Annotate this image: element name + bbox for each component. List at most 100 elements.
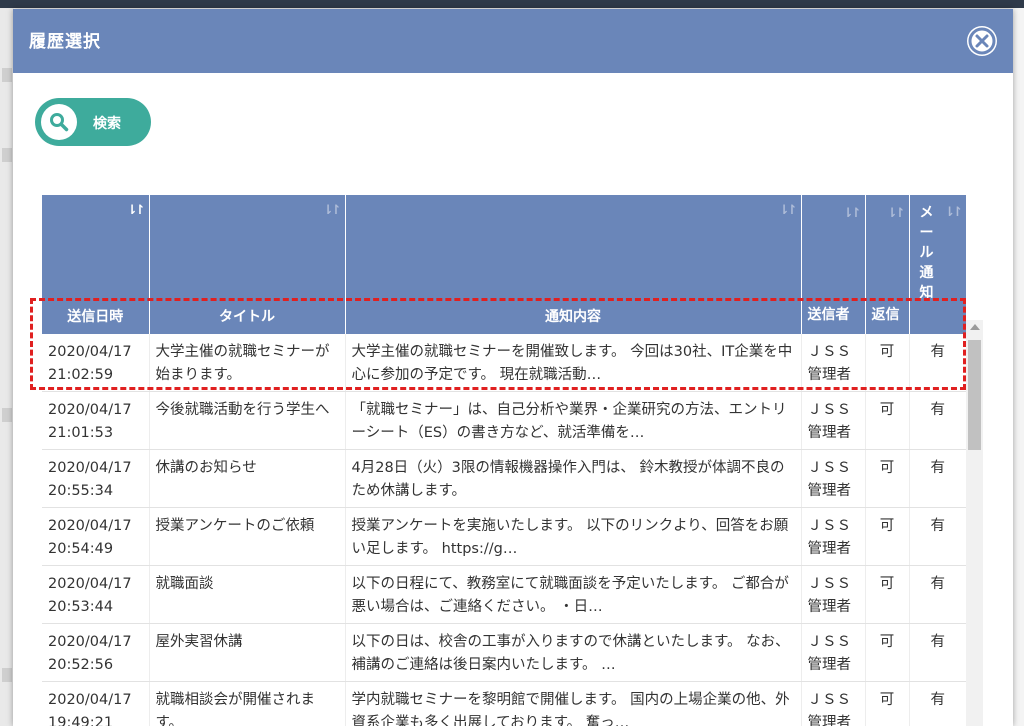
column-header-sender[interactable]: ⇂↾ 送信者 [801,195,866,334]
table-row[interactable]: 2020/04/17 20:52:56 屋外実習休講 以下の日は、校舎の工事が入ります… [42,623,966,682]
column-header-label: 送信者 [807,307,850,323]
close-button[interactable] [967,26,997,56]
cell-sender[interactable]: ＪＳＳ 管理者 [801,507,866,566]
row-content: 学内就職セミナーを黎明館で開催します。 国内の上場企業の他、外資系企業も多く出展… [351,692,790,726]
cell-reply[interactable]: 可 [865,681,910,726]
table-row[interactable]: 2020/04/17 20:53:44 就職面談 以下の日程にて、教務室にて就職面談を… [42,565,966,624]
cell-mail[interactable]: 有 [909,565,966,624]
cell-title[interactable]: 就職面談 [149,565,346,624]
cell-mail[interactable]: 有 [909,507,966,566]
column-header-label: 返信 [871,307,900,323]
cell-reply[interactable]: 可 [865,565,910,624]
column-header-title[interactable]: ⇂↾ タイトル [149,195,346,334]
mail-flag: 有 [930,634,946,650]
mail-flag: 有 [930,460,946,476]
background-fragment [2,408,12,422]
cell-content[interactable]: 以下の日程にて、教務室にて就職面談を予定いたします。 ご都合が悪い場合は、ご連絡… [345,565,802,624]
scrollbar-thumb[interactable] [968,340,981,450]
background-fragment [2,668,12,682]
row-title: 就職相談会が開催されます。 [155,692,316,726]
cell-reply[interactable]: 可 [865,449,910,508]
cell-reply[interactable]: 可 [865,507,910,566]
sender-org: ＪＳＳ [807,634,852,650]
cell-sender[interactable]: ＪＳＳ 管理者 [801,391,866,450]
modal-title: 履歴選択 [29,32,101,52]
sort-arrows-icon: ⇂↾ [778,203,798,218]
cell-sent-at[interactable]: 2020/04/17 20:54:49 [42,507,150,566]
cell-mail[interactable]: 有 [909,449,966,508]
cell-sent-at[interactable]: 2020/04/17 20:53:44 [42,565,150,624]
reply-flag: 可 [879,692,895,708]
table-scrollbar[interactable] [966,320,983,726]
cell-title[interactable]: 授業アンケートのご依頼 [149,507,346,566]
table-row[interactable]: 2020/04/17 19:49:21 就職相談会が開催されます。 学内就職セミナーを… [42,681,966,726]
cell-sent-at[interactable]: 2020/04/17 21:01:53 [42,391,150,450]
cell-mail[interactable]: 有 [909,391,966,450]
cell-reply[interactable]: 可 [865,391,910,450]
cell-title[interactable]: 今後就職活動を行う学生へ [149,391,346,450]
search-button[interactable]: 検索 [35,98,151,146]
column-header-label: タイトル [219,309,275,325]
sent-date: 2020/04/17 [48,460,132,476]
row-title: 屋外実習休講 [155,634,243,650]
background-page [0,8,14,726]
cell-mail[interactable]: 有 [909,334,966,392]
sent-time: 19:49:21 [48,715,114,726]
column-header-sent-at[interactable]: ⇂↾ 送信日時 [42,195,150,334]
cell-content[interactable]: 授業アンケートを実施いたします。 以下のリンクより、回答をお願い足します。 ht… [345,507,802,566]
cell-content[interactable]: 「就職セミナー」は、自己分析や業界・企業研究の方法、エントリーシート（ES）の書… [345,391,802,450]
reply-flag: 可 [879,460,895,476]
sent-date: 2020/04/17 [48,518,132,534]
table-row[interactable]: 2020/04/17 21:02:59 大学主催の就職セミナーが始まります。 大学主催… [42,334,966,392]
cell-content[interactable]: 学内就職セミナーを黎明館で開催します。 国内の上場企業の他、外資系企業も多く出展… [345,681,802,726]
cell-sent-at[interactable]: 2020/04/17 19:49:21 [42,681,150,726]
sent-time: 20:52:56 [48,657,114,673]
cell-title[interactable]: 屋外実習休講 [149,623,346,682]
cell-content[interactable]: 4月28日（火）3限の情報機器操作入門は、 鈴木教授が体調不良のため休講します。 [345,449,802,508]
sender-role: 管理者 [807,657,852,673]
cell-sender[interactable]: ＪＳＳ 管理者 [801,623,866,682]
mail-flag: 有 [930,518,946,534]
sent-date: 2020/04/17 [48,692,132,708]
cell-title[interactable]: 休講のお知らせ [149,449,346,508]
cell-content[interactable]: 大学主催の就職セミナーを開催致します。 今回は30社、IT企業を中心に参加の予定… [345,334,802,392]
row-content: 大学主催の就職セミナーを開催致します。 今回は30社、IT企業を中心に参加の予定… [351,344,793,383]
search-button-label: 検索 [93,116,121,132]
cell-reply[interactable]: 可 [865,334,910,392]
sender-role: 管理者 [807,599,852,615]
column-header-mail[interactable]: ⇂↾ メール通知 [909,195,966,334]
sent-time: 21:01:53 [48,425,114,441]
table-row[interactable]: 2020/04/17 21:01:53 今後就職活動を行う学生へ 「就職セミナー」は、… [42,391,966,450]
cell-reply[interactable]: 可 [865,623,910,682]
cell-sender[interactable]: ＪＳＳ 管理者 [801,681,866,726]
cell-mail[interactable]: 有 [909,623,966,682]
sent-time: 21:02:59 [48,367,114,383]
cell-sent-at[interactable]: 2020/04/17 20:52:56 [42,623,150,682]
sender-role: 管理者 [807,425,852,441]
cell-content[interactable]: 以下の日は、校舎の工事が入りますので休講といたします。 なお、補講のご連絡は後日… [345,623,802,682]
table-row[interactable]: 2020/04/17 20:55:34 休講のお知らせ 4月28日（火）3限の情報機器… [42,449,966,508]
sender-role: 管理者 [807,541,852,557]
column-header-label: 通知内容 [545,309,601,325]
cell-sender[interactable]: ＪＳＳ 管理者 [801,334,866,392]
row-content: 授業アンケートを実施いたします。 以下のリンクより、回答をお願い足します。 ht… [351,518,789,557]
column-header-reply[interactable]: ⇂↾ 返信 [865,195,910,334]
cell-title[interactable]: 就職相談会が開催されます。 [149,681,346,726]
cell-sent-at[interactable]: 2020/04/17 20:55:34 [42,449,150,508]
row-title: 休講のお知らせ [155,460,257,476]
row-content: 4月28日（火）3限の情報機器操作入門は、 鈴木教授が体調不良のため休講します。 [351,460,785,499]
cell-mail[interactable]: 有 [909,681,966,726]
history-table: ⇂↾ 送信日時 ⇂↾ タイトル ⇂↾ 通知内容 ⇂↾ 送信者 ⇂↾ 返信 ⇂↾ … [42,195,966,726]
sent-time: 20:55:34 [48,483,114,499]
sort-arrows-icon: ⇂↾ [842,206,862,221]
cell-title[interactable]: 大学主催の就職セミナーが始まります。 [149,334,346,392]
reply-flag: 可 [879,576,895,592]
scroll-up-arrow-icon[interactable] [970,324,980,330]
table-row[interactable]: 2020/04/17 20:54:49 授業アンケートのご依頼 授業アンケートを実施い… [42,507,966,566]
sort-arrows-icon: ⇂↾ [944,205,963,220]
magnifier-icon [50,113,69,132]
column-header-content[interactable]: ⇂↾ 通知内容 [345,195,802,334]
cell-sender[interactable]: ＪＳＳ 管理者 [801,565,866,624]
cell-sender[interactable]: ＪＳＳ 管理者 [801,449,866,508]
cell-sent-at[interactable]: 2020/04/17 21:02:59 [42,334,150,392]
